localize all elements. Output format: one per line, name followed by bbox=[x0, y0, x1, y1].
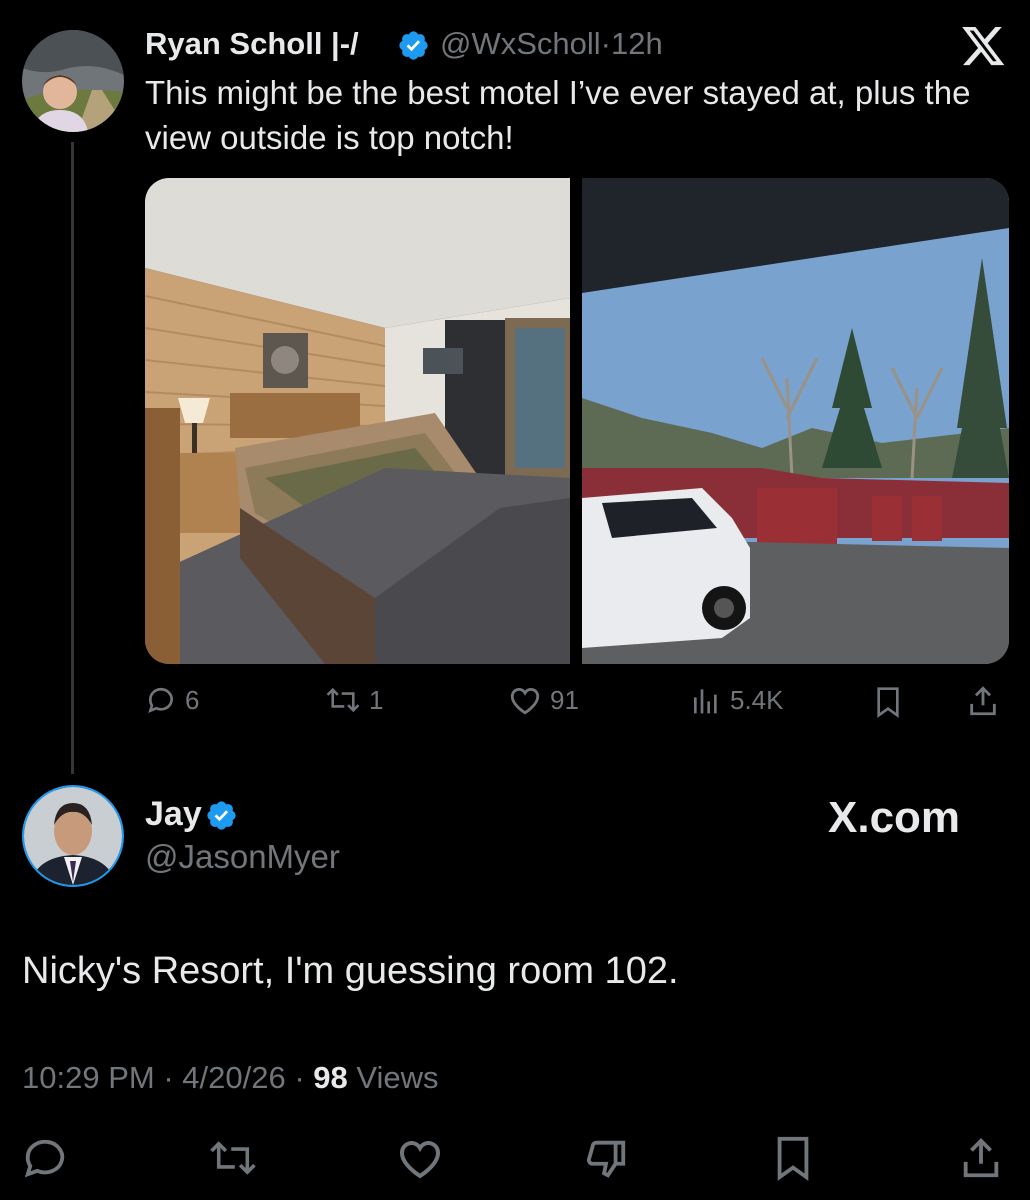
reply-author-name[interactable]: Jay bbox=[145, 795, 202, 834]
reply-action[interactable]: 6 bbox=[145, 684, 199, 716]
repost-button[interactable] bbox=[208, 1135, 258, 1181]
views-action[interactable]: 5.4K bbox=[690, 684, 784, 716]
repost-arrows-icon bbox=[326, 687, 360, 713]
reply-button[interactable] bbox=[22, 1135, 68, 1181]
dislike-button[interactable] bbox=[583, 1135, 629, 1181]
verified-badge-icon bbox=[205, 799, 238, 832]
reply-views-label: Views bbox=[356, 1060, 439, 1095]
like-button[interactable] bbox=[396, 1135, 444, 1181]
separator-dot: · bbox=[294, 1060, 305, 1095]
reply-text: Nicky's Resort, I'm guessing room 102. bbox=[22, 950, 679, 992]
view-count: 5.4K bbox=[730, 684, 784, 715]
like-action[interactable]: 91 bbox=[508, 684, 579, 716]
author-name[interactable]: Ryan Scholl |-/ bbox=[145, 26, 359, 62]
heart-icon bbox=[510, 688, 540, 715]
heart-icon bbox=[400, 1141, 440, 1179]
share-button[interactable] bbox=[958, 1135, 1004, 1181]
author-handle[interactable]: @WxScholl bbox=[440, 26, 601, 61]
reply-date[interactable]: 4/20/26 bbox=[182, 1060, 285, 1095]
like-count: 91 bbox=[550, 684, 579, 715]
reply-author-handle[interactable]: @JasonMyer bbox=[145, 838, 340, 876]
speech-bubble-icon bbox=[24, 1139, 65, 1178]
thumbs-down-icon bbox=[586, 1140, 626, 1178]
share-up-arrow-icon bbox=[963, 1138, 999, 1178]
reply-views-count: 98 bbox=[313, 1060, 348, 1095]
x-logo-icon[interactable] bbox=[962, 27, 1006, 67]
verified-badge-icon bbox=[397, 29, 430, 62]
author-avatar[interactable] bbox=[22, 30, 124, 132]
x-com-watermark: X.com bbox=[828, 793, 961, 842]
motel-room-photo[interactable] bbox=[145, 178, 570, 664]
author-handle-and-time: @WxScholl·12h bbox=[440, 26, 663, 62]
reply-count: 6 bbox=[185, 684, 200, 715]
repost-action[interactable]: 1 bbox=[325, 684, 383, 716]
thread-line bbox=[71, 142, 74, 774]
bookmark-icon bbox=[877, 687, 899, 718]
tweet-text: This might be the best motel I’ve ever s… bbox=[145, 74, 971, 156]
repost-arrows-icon bbox=[210, 1141, 256, 1175]
reply-metadata: 10:29 PM · 4/20/26 · 98 Views bbox=[22, 1060, 439, 1096]
tweet-media[interactable] bbox=[145, 178, 1009, 664]
bookmark-action[interactable] bbox=[873, 686, 911, 718]
bookmark-button[interactable] bbox=[772, 1135, 814, 1181]
parking-lot-view-photo[interactable] bbox=[582, 178, 1009, 664]
repost-count: 1 bbox=[369, 684, 384, 715]
separator-dot: · bbox=[163, 1060, 174, 1095]
bookmark-icon bbox=[777, 1136, 809, 1181]
reply-author-avatar[interactable] bbox=[22, 785, 124, 887]
speech-bubble-icon bbox=[148, 687, 173, 713]
reply-time[interactable]: 10:29 PM bbox=[22, 1060, 155, 1095]
share-action[interactable] bbox=[966, 684, 1008, 718]
separator-dot: · bbox=[600, 26, 611, 61]
share-up-arrow-icon bbox=[970, 686, 996, 716]
bar-chart-icon bbox=[694, 689, 717, 714]
timestamp[interactable]: 12h bbox=[611, 26, 663, 61]
